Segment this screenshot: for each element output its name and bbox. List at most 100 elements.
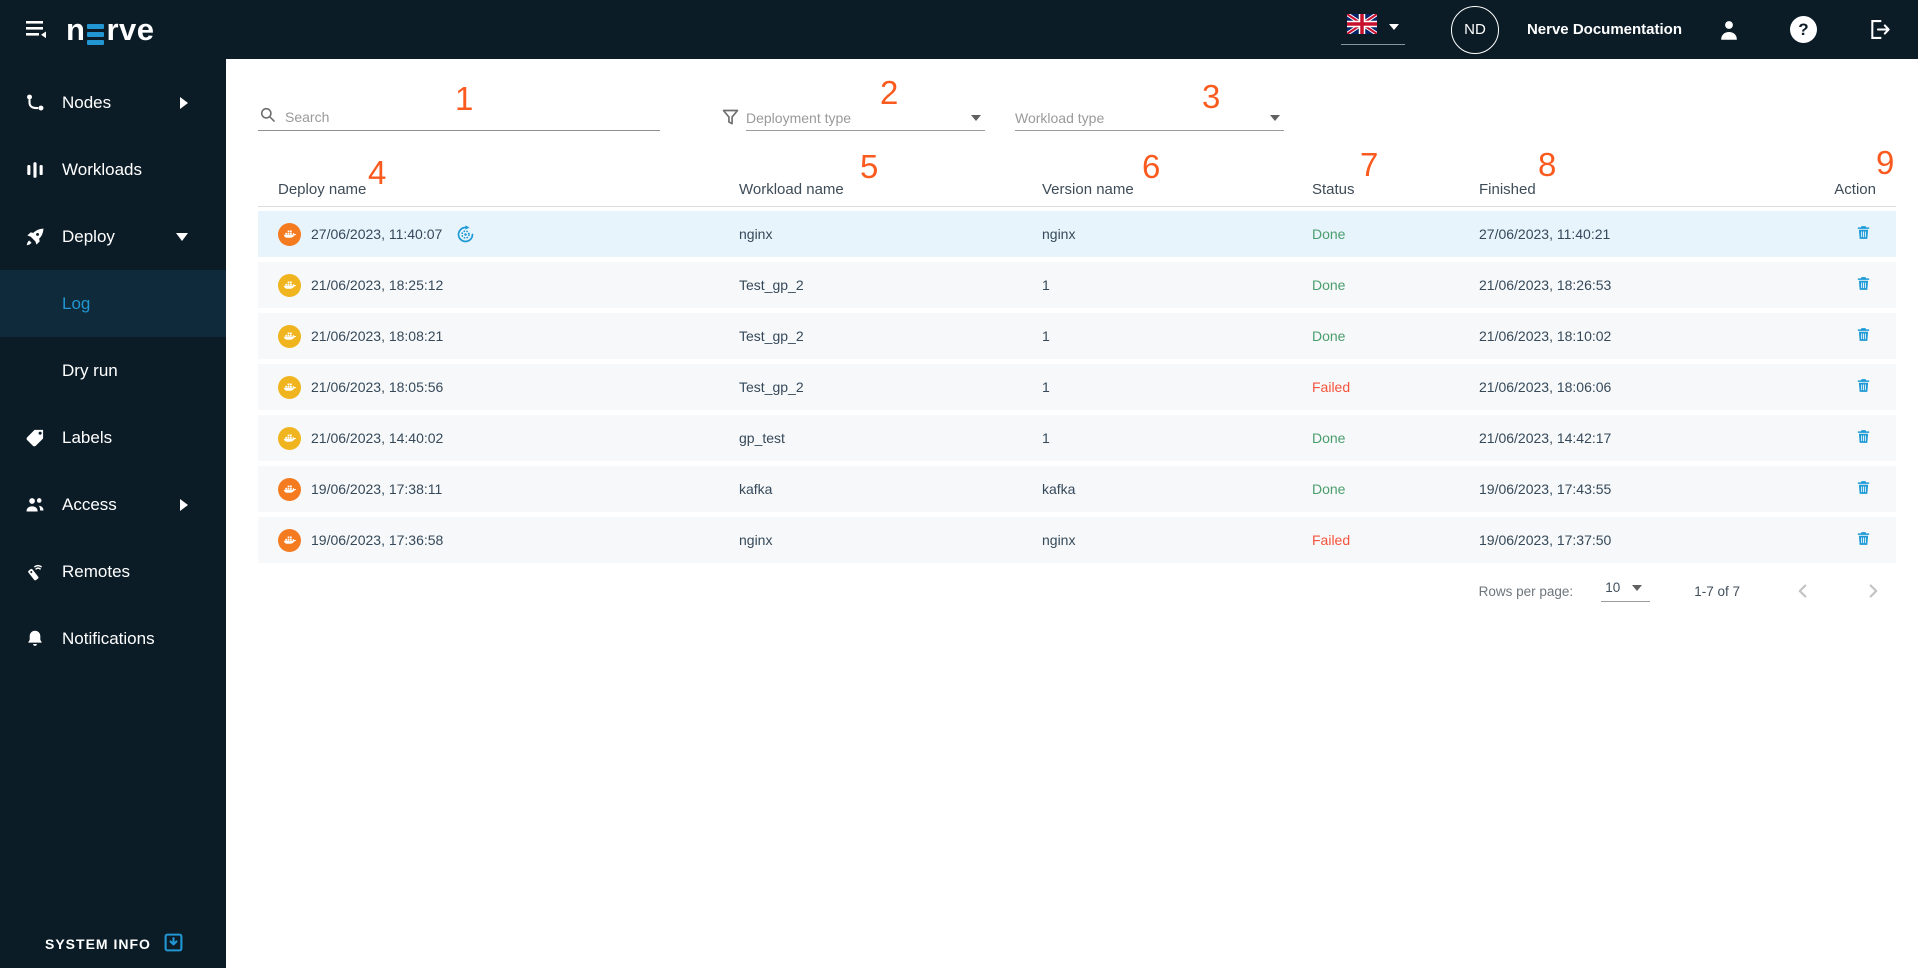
trash-icon[interactable] [1853, 527, 1874, 553]
sidebar-item-remotes[interactable]: Remotes [0, 538, 226, 605]
deployment-type-select[interactable]: Deployment type [746, 105, 985, 131]
cell-finished: 21/06/2023, 18:26:53 [1479, 277, 1612, 293]
trash-icon[interactable] [1853, 476, 1874, 502]
cell-workload-name: kafka [739, 481, 773, 497]
table-row: 27/06/2023, 11:40:07 nginx nginx Done 27/06/… [258, 211, 1896, 257]
sidebar-item-dry-run[interactable]: Dry run [0, 337, 226, 404]
table-row: 19/06/2023, 17:36:58 nginx nginx Failed 19/0… [258, 517, 1896, 563]
system-info-button[interactable]: SYSTEM INFO [45, 932, 184, 956]
cell-finished: 19/06/2023, 17:43:55 [1479, 481, 1612, 497]
help-icon[interactable]: ? [1790, 16, 1817, 43]
cell-version-name: nginx [1042, 532, 1076, 548]
table-header: Deploy name Workload name Version name S… [258, 171, 1896, 207]
cell-deploy-name: 19/06/2023, 17:38:11 [258, 477, 739, 501]
trash-icon[interactable] [1853, 323, 1874, 349]
annotation-number-3: 3 [1202, 78, 1221, 115]
trash-icon[interactable] [1853, 272, 1874, 298]
cell-deploy-name: 21/06/2023, 18:25:12 [258, 273, 739, 297]
avatar-initials: ND [1464, 21, 1486, 38]
sidebar-item-nodes[interactable]: Nodes [0, 69, 226, 136]
language-selector[interactable] [1340, 12, 1405, 45]
cell-deploy-name: 21/06/2023, 18:08:21 [258, 324, 739, 348]
pagination-range: 1-7 of 7 [1694, 583, 1740, 599]
docker-whale-icon [278, 273, 301, 297]
page: n rve ND Nerve Documentation ? Nodes Wor… [0, 0, 1918, 976]
chevron-left-icon[interactable] [1792, 580, 1814, 602]
sidebar-item-labels[interactable]: Labels [0, 404, 226, 471]
uk-flag-icon [1345, 12, 1379, 39]
system-info-label: SYSTEM INFO [45, 936, 151, 952]
column-header-finished: Finished [1479, 181, 1536, 198]
chevron-down-icon [1632, 584, 1643, 591]
status-badge: Failed [1312, 379, 1351, 395]
sidebar-item-workloads[interactable]: Workloads [0, 136, 226, 203]
user-icon[interactable] [1716, 17, 1742, 43]
cell-action [1829, 476, 1896, 502]
avatar[interactable]: ND [1450, 5, 1499, 54]
sidebar-item-label: Log [62, 293, 91, 313]
cell-action [1829, 374, 1896, 400]
trash-icon[interactable] [1853, 221, 1874, 247]
trash-icon[interactable] [1853, 425, 1874, 451]
annotation-number-6: 6 [1142, 148, 1161, 185]
cell-action [1829, 425, 1896, 451]
trash-icon[interactable] [1853, 374, 1874, 400]
chevron-right-icon [180, 498, 188, 511]
deploy-name-text: 21/06/2023, 18:05:56 [311, 379, 444, 395]
sidebar-item-log[interactable]: Log [0, 270, 226, 337]
remote-control-icon [24, 561, 46, 583]
table-body: 27/06/2023, 11:40:07 nginx nginx Done 27/06/… [258, 211, 1896, 563]
table-row: 19/06/2023, 17:38:11 kafka kafka Done 19/06/… [258, 466, 1896, 512]
sidebar-item-label: Dry run [62, 360, 118, 380]
deploy-name-text: 21/06/2023, 18:08:21 [311, 328, 444, 344]
sidebar-item-deploy[interactable]: Deploy [0, 203, 226, 270]
status-badge: Done [1312, 328, 1346, 344]
workload-type-select[interactable]: Workload type [1015, 105, 1284, 131]
nerve-documentation-link[interactable]: Nerve Documentation [1527, 21, 1682, 38]
sidebar-item-access[interactable]: Access [0, 471, 226, 538]
cell-version-name: kafka [1042, 481, 1076, 497]
sidebar-item-label: Deploy [62, 226, 115, 246]
cell-deploy-name: 21/06/2023, 14:40:02 [258, 426, 739, 450]
rows-per-page-label: Rows per page: [1478, 583, 1574, 599]
docker-whale-icon [278, 477, 301, 501]
logo-prefix: n [66, 11, 86, 47]
docker-whale-icon [278, 528, 301, 552]
logout-icon[interactable] [1865, 16, 1892, 43]
cell-version-name: 1 [1042, 328, 1050, 344]
cell-action [1829, 221, 1896, 247]
cell-version-name: 1 [1042, 379, 1050, 395]
main-content: Deployment type Workload type Deploy nam… [226, 59, 1918, 976]
cell-deploy-name: 27/06/2023, 11:40:07 [258, 222, 739, 246]
docker-whale-icon [278, 375, 301, 399]
annotation-number-2: 2 [880, 74, 899, 111]
deploy-name-text: 21/06/2023, 18:25:12 [311, 277, 444, 293]
sidebar-item-label: Workloads [62, 159, 142, 179]
workloads-icon [24, 159, 46, 181]
label-tag-icon [24, 427, 46, 449]
status-badge: Done [1312, 226, 1346, 242]
table-row: 21/06/2023, 14:40:02 gp_test 1 Done 21/06/20… [258, 415, 1896, 461]
cell-workload-name: Test_gp_2 [739, 328, 804, 344]
deploy-name-text: 21/06/2023, 14:40:02 [311, 430, 444, 446]
column-header-workload-name: Workload name [739, 181, 844, 198]
chevron-right-icon [180, 96, 188, 109]
chevron-down-icon [176, 232, 188, 241]
sidebar-item-label: Access [62, 494, 117, 514]
redeploy-icon[interactable] [456, 224, 475, 244]
sidebar-item-label: Labels [62, 427, 113, 447]
menu-collapse-icon[interactable] [24, 17, 50, 43]
annotation-number-1: 1 [455, 80, 474, 117]
deploy-rocket-icon [24, 226, 46, 248]
annotation-number-5: 5 [860, 148, 879, 185]
bell-icon [24, 628, 46, 650]
column-header-action: Action [1834, 181, 1876, 198]
sidebar-item-notifications[interactable]: Notifications [0, 605, 226, 672]
funnel-icon [720, 107, 741, 133]
column-header-status: Status [1312, 181, 1355, 198]
chevron-down-icon [1270, 114, 1280, 121]
rows-per-page-select[interactable]: 10 [1601, 580, 1651, 602]
chevron-down-icon [1388, 23, 1399, 30]
table-row: 21/06/2023, 18:05:56 Test_gp_2 1 Failed 21/0… [258, 364, 1896, 410]
chevron-right-icon[interactable] [1862, 580, 1884, 602]
